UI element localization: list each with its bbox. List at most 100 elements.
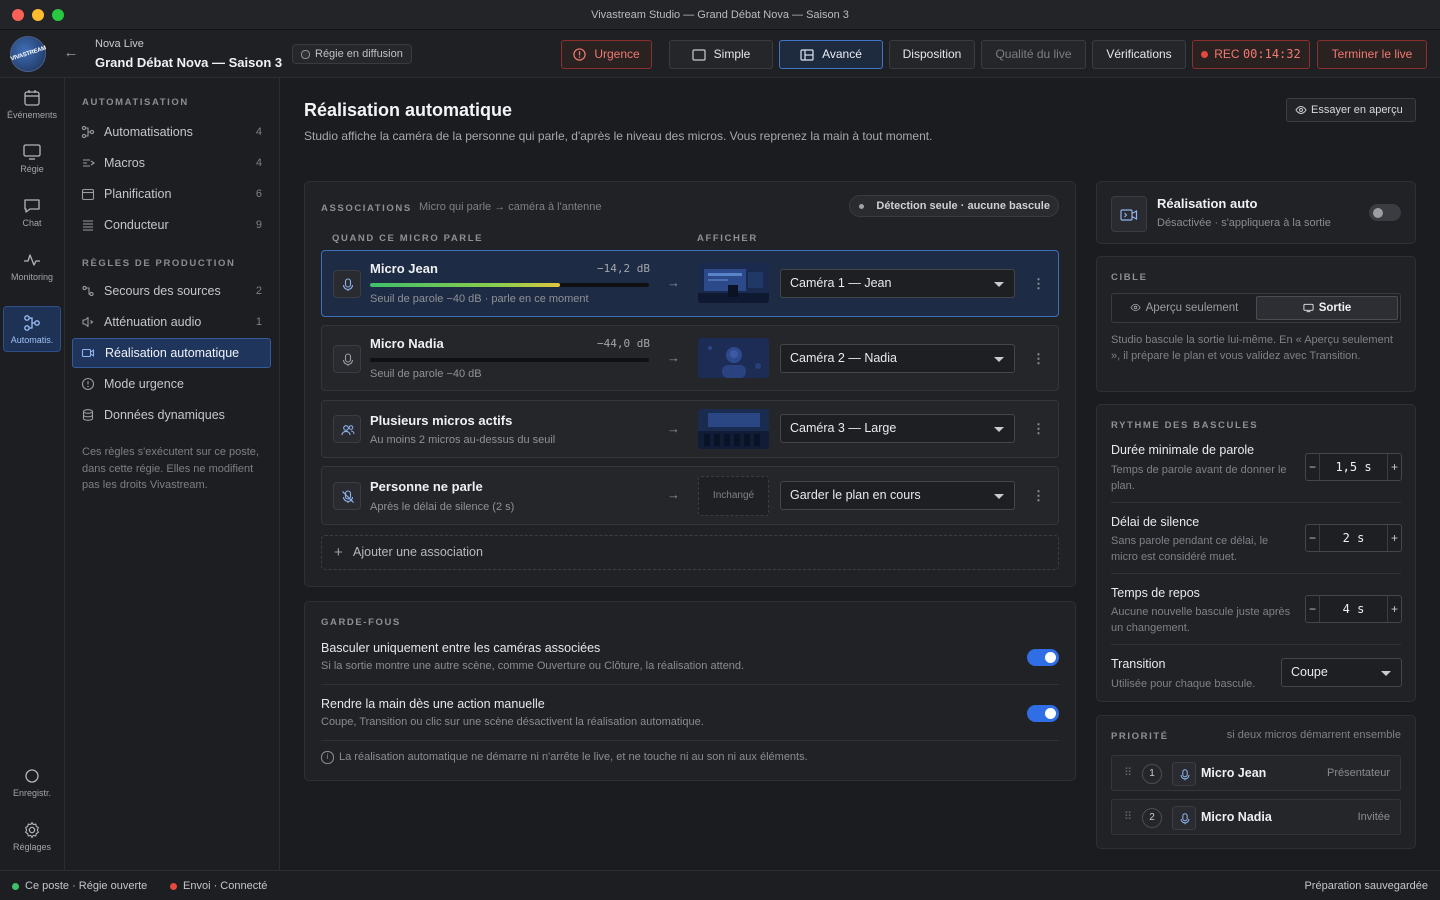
auto-direction-status: Désactivée · s'appliquera à la sortie: [1157, 217, 1331, 229]
priority-caption: PRIORITÉ: [1111, 731, 1169, 742]
decrement-button[interactable]: −: [1306, 454, 1320, 480]
row-db-level: −44,0 dB: [597, 337, 650, 350]
row-menu-kebab-icon[interactable]: ⋮: [1032, 351, 1045, 367]
nav-count: 1: [255, 316, 262, 328]
nav-item-planification[interactable]: Planification 6: [72, 179, 271, 209]
nav-item-conducteur[interactable]: Conducteur 9: [72, 210, 271, 240]
rail-item-reglages[interactable]: Réglages: [3, 814, 61, 858]
status-live-dot-icon: [170, 882, 177, 890]
min-speech-duration-stepper[interactable]: − 1,5 s +: [1305, 453, 1402, 481]
priority-role: Invitée: [1357, 811, 1390, 823]
divider: [321, 684, 1059, 685]
priority-item[interactable]: ⠿ 2 Micro Nadia Invitée: [1111, 799, 1401, 835]
nav-item-automatisations[interactable]: Automatisations 4: [72, 117, 271, 147]
transition-select[interactable]: Coupe: [1281, 658, 1402, 687]
priority-item[interactable]: ⠿ 1 Micro Jean Présentateur: [1111, 755, 1401, 791]
nav-count: 9: [255, 219, 262, 231]
manual-takeover-toggle[interactable]: [1027, 705, 1059, 722]
mode-avance-button[interactable]: Avancé: [779, 40, 883, 69]
increment-button[interactable]: +: [1387, 525, 1401, 551]
row-name: Micro Jean: [370, 261, 438, 276]
arrow-right-icon: →: [667, 350, 680, 365]
nav-item-secours-sources[interactable]: Secours des sources 2: [72, 276, 271, 306]
microphone-icon: [342, 278, 354, 291]
decrement-button[interactable]: −: [1306, 596, 1320, 622]
add-association-button[interactable]: Ajouter une association: [321, 535, 1059, 570]
camera-thumbnail: [698, 409, 769, 449]
audio-level-meter: [370, 283, 649, 287]
silence-delay-stepper[interactable]: − 2 s +: [1305, 524, 1402, 552]
guard-subtitle: Si la sortie montre une autre scène, com…: [321, 660, 745, 672]
end-live-button[interactable]: Terminer le live: [1317, 40, 1427, 69]
camera-icon: [1120, 209, 1138, 221]
simple-label: Simple: [713, 47, 751, 61]
drag-handle-icon[interactable]: ⠿: [1124, 766, 1132, 779]
rail-item-evenements[interactable]: Événements: [3, 82, 61, 126]
auto-direction-card: Réalisation auto Désactivée · s'applique…: [1096, 181, 1416, 244]
square-icon: [692, 49, 706, 61]
nav-count: 4: [255, 126, 262, 138]
guardrails-caption: GARDE-FOUS: [321, 617, 401, 628]
only-associated-cameras-toggle[interactable]: [1027, 649, 1059, 666]
increment-button[interactable]: +: [1387, 454, 1401, 480]
camera-select[interactable]: Caméra 1 — Jean: [780, 269, 1015, 298]
target-segmented-control: Aperçu seulement Sortie: [1111, 293, 1401, 323]
nav-count: 4: [255, 157, 262, 169]
verifications-button[interactable]: Vérifications: [1092, 40, 1186, 69]
qualite-live-button[interactable]: Qualité du live: [981, 40, 1086, 69]
rail-item-chat[interactable]: Chat: [3, 190, 61, 234]
regie-status-badge: Régie en diffusion: [292, 44, 412, 64]
nav-item-macros[interactable]: Macros 4: [72, 148, 271, 178]
target-output-option[interactable]: Sortie: [1256, 296, 1398, 320]
mode-simple-button[interactable]: Simple: [669, 40, 773, 69]
page-title: Réalisation automatique: [304, 100, 513, 120]
drag-handle-icon[interactable]: ⠿: [1124, 810, 1132, 823]
camera-select[interactable]: Garder le plan en cours: [780, 481, 1015, 510]
row-menu-kebab-icon[interactable]: ⋮: [1032, 276, 1045, 292]
camera-select[interactable]: Caméra 2 — Nadia: [780, 344, 1015, 373]
nav-label: Automatisations: [104, 125, 193, 139]
nav-count: 6: [255, 188, 262, 200]
auto-direction-toggle[interactable]: [1369, 204, 1401, 221]
association-row[interactable]: Micro Nadia −44,0 dB Seuil de parole −40…: [321, 325, 1059, 391]
rail-item-regie[interactable]: Régie: [3, 136, 61, 180]
rail-item-automatisations[interactable]: Automatis.: [3, 306, 61, 352]
nav-item-donnees-dynamiques[interactable]: Données dynamiques: [72, 400, 271, 430]
nav-item-attenuation-audio[interactable]: Atténuation audio 1: [72, 307, 271, 337]
eye-icon: [1130, 304, 1141, 312]
stepper-value: 2 s: [1342, 531, 1365, 545]
cooldown-stepper[interactable]: − 4 s +: [1305, 595, 1402, 623]
transition-select-value: Coupe: [1291, 665, 1328, 679]
rhythm-subtitle: Temps de parole avant de donner le plan.: [1111, 464, 1287, 492]
association-row[interactable]: Micro Jean −14,2 dB Seuil de parole −40 …: [321, 250, 1059, 317]
camera-select-value: Caméra 2 — Nadia: [790, 351, 897, 365]
rail-item-monitoring[interactable]: Monitoring: [3, 244, 61, 288]
row-subtitle: Au moins 2 micros au-dessus du seuil: [370, 434, 556, 446]
camera-select[interactable]: Caméra 3 — Large: [780, 414, 1015, 443]
urgence-button[interactable]: Urgence: [561, 40, 652, 69]
pulse-icon: [24, 254, 40, 266]
try-preview-button[interactable]: Essayer en aperçu: [1286, 98, 1416, 122]
rhythm-title: Délai de silence: [1111, 515, 1200, 529]
nav-item-realisation-auto[interactable]: Réalisation automatique: [72, 338, 271, 368]
disposition-button[interactable]: Disposition: [889, 40, 975, 69]
chevron-down-icon: [994, 357, 1004, 362]
automation-icon: [24, 315, 40, 331]
monitor-icon: [23, 144, 41, 160]
microphone-icon: [1180, 769, 1190, 781]
association-row[interactable]: Plusieurs micros actifs Au moins 2 micro…: [321, 400, 1059, 458]
association-row[interactable]: Personne ne parle Après le délai de sile…: [321, 466, 1059, 525]
row-menu-kebab-icon[interactable]: ⋮: [1032, 421, 1045, 437]
target-caption: CIBLE: [1111, 272, 1148, 283]
back-arrow-icon[interactable]: ←: [62, 44, 80, 62]
target-preview-only-option[interactable]: Aperçu seulement: [1114, 296, 1254, 320]
decrement-button[interactable]: −: [1306, 525, 1320, 551]
column-header-micro: QUAND CE MICRO PARLE: [332, 233, 484, 244]
row-menu-kebab-icon[interactable]: ⋮: [1032, 488, 1045, 504]
layout-icon: [800, 49, 814, 61]
audio-level-fill: [370, 283, 560, 287]
rail-item-enregistrements[interactable]: Enregistr.: [3, 760, 61, 804]
increment-button[interactable]: +: [1387, 596, 1401, 622]
automation-sidenav: AUTOMATISATION Automatisations 4 Macros 4 …: [65, 78, 280, 870]
nav-item-mode-urgence[interactable]: Mode urgence: [72, 369, 271, 399]
